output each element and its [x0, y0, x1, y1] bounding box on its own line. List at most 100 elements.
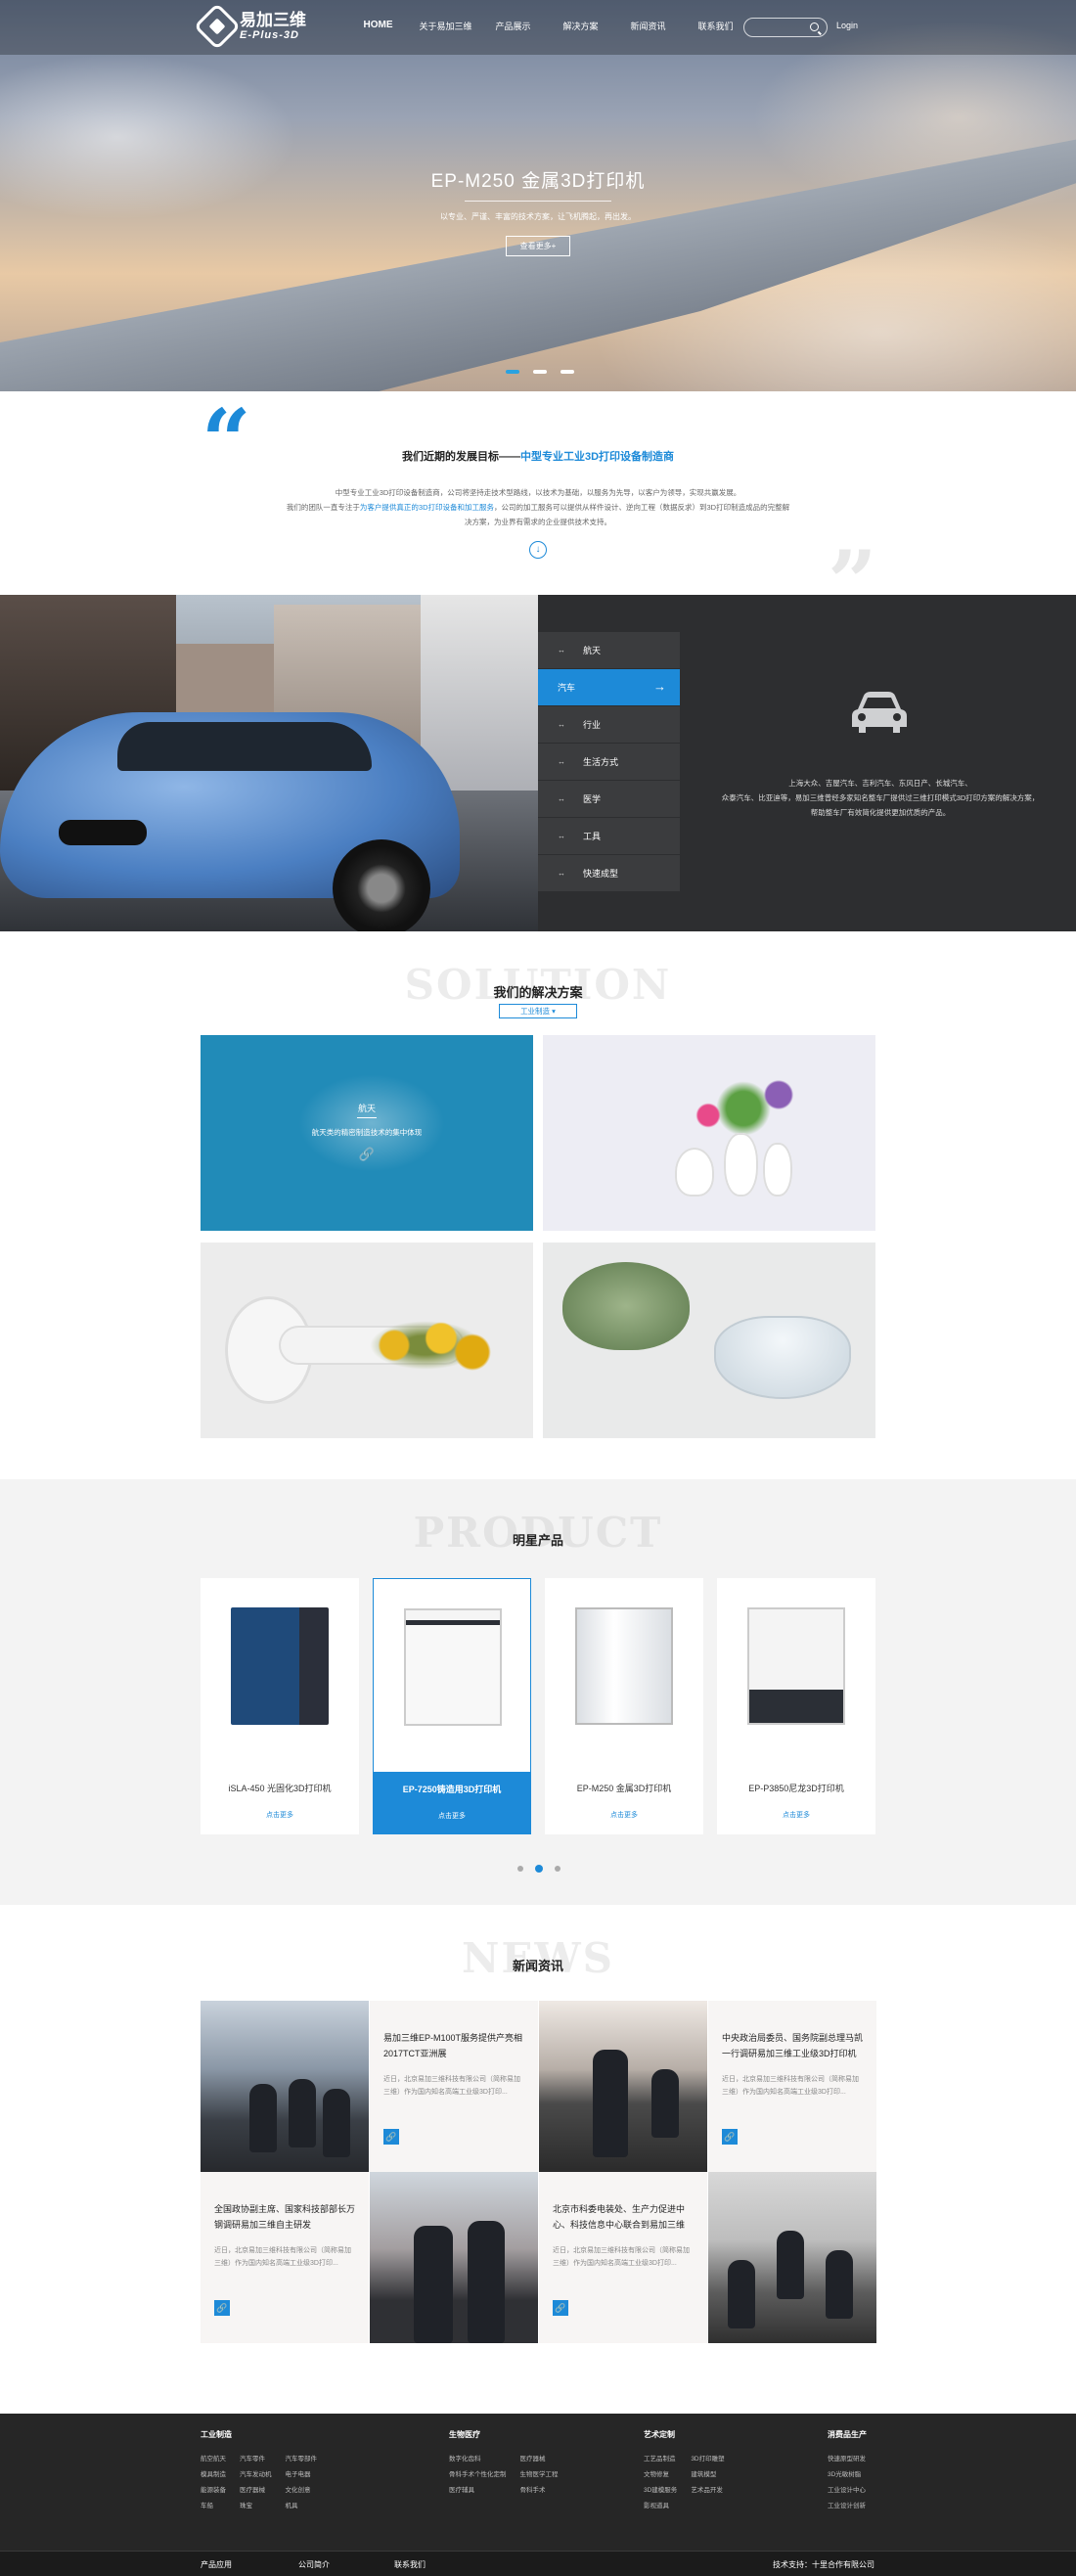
news-item[interactable]: 易加三维EP-M100T服务提供产亮相2017TCT亚洲展 近日，北京易加三维科… — [370, 2001, 538, 2172]
nav-about[interactable]: 关于易加三维 — [412, 20, 479, 32]
page-dot[interactable] — [555, 1866, 560, 1872]
news-photo[interactable] — [201, 2001, 369, 2172]
footer-link[interactable]: 骨科手术个性化定制 — [449, 2467, 507, 2483]
footer-link[interactable]: 汽车零件 — [240, 2452, 272, 2467]
view-more-button[interactable]: 查看更多+ — [505, 236, 571, 256]
nav-contact[interactable]: 联系我们 — [682, 20, 749, 32]
slide-dot[interactable] — [560, 370, 574, 374]
login-link[interactable]: Login — [836, 21, 858, 30]
footer-link[interactable]: 快速原型研发 — [828, 2452, 867, 2467]
car-window — [117, 722, 372, 771]
product-more-link[interactable]: 点击更多 — [545, 1810, 703, 1820]
news-photo[interactable] — [708, 2172, 876, 2343]
news-photo[interactable] — [370, 2172, 538, 2343]
news-item-title[interactable]: 北京市科委电装处、生产力促进中心、科技信息中心联合到易加三维 — [553, 2201, 694, 2233]
link-icon[interactable]: 🔗 — [722, 2129, 738, 2145]
search-icon[interactable] — [810, 23, 819, 31]
solution-card-bowls[interactable] — [543, 1243, 875, 1438]
news-item[interactable]: 全国政协副主席、国家科技部部长万钢调研易加三维自主研发 近日，北京易加三维科技有… — [201, 2172, 369, 2343]
product-card[interactable]: EP-P3850尼龙3D打印机 点击更多 — [717, 1578, 875, 1834]
person-figure — [777, 2231, 804, 2299]
solution-category-select[interactable]: 工业制造 ▾ — [499, 1004, 577, 1018]
news-item-title[interactable]: 易加三维EP-M100T服务提供产亮相2017TCT亚洲展 — [383, 2030, 524, 2061]
page-dot[interactable] — [517, 1866, 523, 1872]
footer-link[interactable]: 能源装备 — [201, 2483, 226, 2499]
footer-link[interactable]: 3D光敏树脂 — [828, 2467, 867, 2483]
nav-solutions[interactable]: 解决方案 — [547, 20, 614, 32]
link-icon[interactable]: 🔗 — [214, 2300, 230, 2316]
arrow-icon: ↔ — [558, 869, 565, 878]
news-title: 新闻资讯 — [512, 1959, 563, 1973]
product-more-link[interactable]: 点击更多 — [201, 1810, 359, 1820]
industry-item-rapid-prototyping[interactable]: ↔ 快速成型 — [538, 855, 680, 892]
footer-link[interactable]: 数字化齿科 — [449, 2452, 507, 2467]
footer-link-contact[interactable]: 联系我们 — [394, 2559, 426, 2570]
industry-item-automotive[interactable]: 汽车 → — [538, 669, 680, 706]
page-dot[interactable] — [535, 1865, 543, 1873]
footer-link[interactable]: 建筑模型 — [691, 2467, 724, 2483]
industry-item-industry[interactable]: ↔ 行业 — [538, 706, 680, 744]
footer-link[interactable]: 医疗器械 — [240, 2483, 272, 2499]
footer-link[interactable]: 机具 — [286, 2499, 318, 2514]
footer-link[interactable]: 电子电器 — [286, 2467, 318, 2483]
logo[interactable]: 易加三维 E-Plus-3D — [193, 2, 306, 51]
industry-item-medical[interactable]: ↔ 医学 — [538, 781, 680, 818]
industry-item-tools[interactable]: ↔ 工具 — [538, 818, 680, 855]
goal-body-text: ，公司的加工服务可以提供从样件设计、逆向工程（数据反求）到3D打印制造成品的完整… — [494, 503, 790, 512]
news-item[interactable]: 中央政治局委员、国务院副总理马凯一行调研易加三维工业级3D打印机 近日，北京易加… — [708, 2001, 876, 2172]
footer-link[interactable]: 医疗辅具 — [449, 2483, 507, 2499]
link-icon[interactable]: 🔗 — [357, 1147, 377, 1162]
green-bowl-image — [562, 1262, 690, 1350]
footer-link[interactable]: 艺术品开发 — [691, 2483, 724, 2499]
footer-link[interactable]: 汽车发动机 — [240, 2467, 272, 2483]
footer-link[interactable]: 3D打印雕塑 — [691, 2452, 724, 2467]
nav-news[interactable]: 新闻资讯 — [614, 20, 682, 32]
industry-item-lifestyle[interactable]: ↔ 生活方式 — [538, 744, 680, 781]
goal-title: 我们近期的发展目标——中型专业工业3D打印设备制造商 — [0, 448, 1076, 464]
industry-item-aerospace[interactable]: ↔ 航天 — [538, 632, 680, 669]
footer-link[interactable]: 3D建模服务 — [644, 2483, 677, 2499]
footer-link[interactable]: 文化创意 — [286, 2483, 318, 2499]
industry-item-label: 工具 — [583, 832, 602, 841]
footer-link[interactable]: 医疗器械 — [520, 2452, 559, 2467]
scroll-down-icon[interactable]: ↓ — [529, 541, 547, 559]
product-card-active[interactable]: EP-7250铸造用3D打印机 点击更多 — [373, 1578, 531, 1834]
solution-card-vases[interactable] — [543, 1035, 875, 1231]
footer-link[interactable]: 汽车零部件 — [286, 2452, 318, 2467]
product-card[interactable]: EP-M250 金属3D打印机 点击更多 — [545, 1578, 703, 1834]
footer-link[interactable]: 生物医学工程 — [520, 2467, 559, 2483]
footer-link[interactable]: 工艺品制造 — [644, 2452, 677, 2467]
footer-link[interactable]: 影视道具 — [644, 2499, 677, 2514]
footer-link-applications[interactable]: 产品应用 — [201, 2559, 232, 2570]
footer-link[interactable]: 模具制造 — [201, 2467, 226, 2483]
footer-link[interactable]: 工业设计创新 — [828, 2499, 867, 2514]
nav-home[interactable]: HOME — [344, 20, 412, 32]
product-more-link[interactable]: 点击更多 — [374, 1811, 530, 1821]
search-input[interactable] — [743, 18, 828, 37]
footer-link[interactable]: 珠宝 — [240, 2499, 272, 2514]
news-item-title[interactable]: 全国政协副主席、国家科技部部长万钢调研易加三维自主研发 — [214, 2201, 355, 2233]
footer-link[interactable]: 骨科手术 — [520, 2483, 559, 2499]
solution-select-value: 工业制造 — [520, 1007, 551, 1016]
news-photo[interactable] — [539, 2001, 707, 2172]
footer-link[interactable]: 文物修复 — [644, 2467, 677, 2483]
industry-panel: ↔ 航天 汽车 → ↔ 行业 ↔ 生活方式 ↔ 医学 ↔ 工具 ↔ 快速成型 上海大众、吉屋汽… — [538, 595, 1076, 931]
link-icon[interactable]: 🔗 — [553, 2300, 568, 2316]
slide-dot[interactable] — [533, 370, 547, 374]
footer-link[interactable]: 工业设计中心 — [828, 2483, 867, 2499]
top-navigation-bar: 易加三维 E-Plus-3D HOME 关于易加三维 产品展示 解决方案 新闻资… — [0, 0, 1076, 55]
footer-link[interactable]: 航空航天 — [201, 2452, 226, 2467]
slide-dot[interactable] — [506, 370, 519, 374]
product-more-link[interactable]: 点击更多 — [717, 1810, 875, 1820]
link-icon[interactable]: 🔗 — [383, 2129, 399, 2145]
news-item-title[interactable]: 中央政治局委员、国务院副总理马凯一行调研易加三维工业级3D打印机 — [722, 2030, 863, 2061]
solution-card-guitar[interactable] — [201, 1243, 533, 1438]
solution-card-aerospace[interactable]: 航天 航天类的精密制造技术的集中体现 🔗 — [201, 1035, 533, 1231]
footer-link[interactable]: 车船 — [201, 2499, 226, 2514]
printer-image — [404, 1608, 502, 1726]
footer-link-about[interactable]: 公司简介 — [298, 2559, 330, 2570]
product-card[interactable]: iSLA-450 光固化3D打印机 点击更多 — [201, 1578, 359, 1834]
nav-products[interactable]: 产品展示 — [479, 20, 547, 32]
news-item[interactable]: 北京市科委电装处、生产力促进中心、科技信息中心联合到易加三维 近日，北京易加三维… — [539, 2172, 707, 2343]
goal-body-line: 我们的团队一直专注于为客户提供真正的3D打印设备和加工服务，公司的加工服务可以提… — [264, 500, 812, 515]
